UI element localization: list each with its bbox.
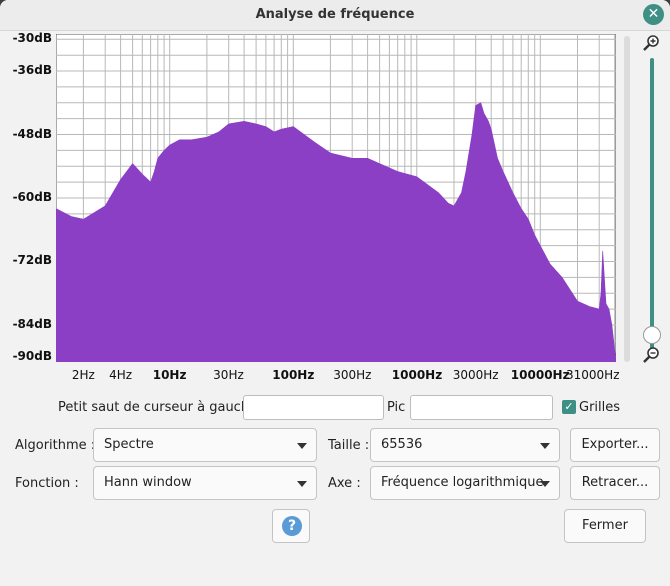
spectrum-plot[interactable] xyxy=(56,34,616,362)
y-tick-label: -72dB xyxy=(12,253,52,268)
zoom-in-icon[interactable] xyxy=(641,34,661,52)
chevron-down-icon xyxy=(297,481,307,487)
function-select[interactable]: Hann window xyxy=(93,466,317,500)
algorithm-value: Spectre xyxy=(104,437,154,452)
y-tick-label: -90dB xyxy=(12,348,52,363)
x-tick-label: 2Hz xyxy=(71,368,95,382)
x-tick-label: 300Hz xyxy=(333,368,372,382)
axis-label: Axe : xyxy=(328,476,361,491)
x-tick-label: 3000Hz xyxy=(452,368,499,382)
cursor-field[interactable] xyxy=(243,395,384,420)
size-label: Taille : xyxy=(328,438,370,453)
y-tick-label: -60dB xyxy=(12,190,52,204)
x-tick-label: 1000Hz xyxy=(391,368,443,382)
y-tick-label: -48dB xyxy=(12,126,52,141)
x-tick-label: 10Hz xyxy=(152,368,187,382)
titlebar: Analyse de fréquence ✕ xyxy=(0,0,670,31)
y-tick-label: -30dB xyxy=(12,31,52,46)
y-tick-label: -36dB xyxy=(12,63,52,78)
y-tick-label: -84dB xyxy=(12,316,52,331)
close-dialog-button[interactable]: Fermer xyxy=(564,509,646,543)
x-tick-label: 4Hz xyxy=(109,368,133,382)
export-button[interactable]: Exporter... xyxy=(570,428,660,462)
help-icon: ? xyxy=(282,516,302,536)
x-tick-label: 31000Hz xyxy=(566,368,620,382)
close-icon: ✕ xyxy=(647,6,660,22)
replot-button[interactable]: Retracer... xyxy=(570,466,660,500)
chevron-down-icon xyxy=(540,443,550,449)
grids-label: Grilles xyxy=(579,400,621,415)
zoom-slider-track[interactable] xyxy=(650,58,654,350)
frequency-analysis-window: Analyse de fréquence ✕ -30dB -36dB -48dB -6… xyxy=(0,0,670,586)
cursor-label: Petit saut de curseur à gauche : xyxy=(58,400,266,415)
x-tick-label: 10000Hz xyxy=(510,368,570,382)
chevron-down-icon xyxy=(297,443,307,449)
algorithm-select[interactable]: Spectre xyxy=(93,428,317,462)
close-window-button[interactable]: ✕ xyxy=(643,4,664,25)
size-select[interactable]: 65536 xyxy=(370,428,560,462)
function-value: Hann window xyxy=(104,475,192,490)
chevron-down-icon xyxy=(540,481,550,487)
zoom-out-icon[interactable] xyxy=(641,346,661,364)
axis-value: Fréquence logarithmique xyxy=(381,475,544,490)
peak-field[interactable] xyxy=(410,395,553,420)
grids-checkbox[interactable]: ✓ xyxy=(562,400,576,414)
help-button[interactable]: ? xyxy=(272,509,310,543)
vertical-scrollbar[interactable] xyxy=(624,36,630,362)
axis-select[interactable]: Fréquence logarithmique xyxy=(370,466,560,500)
function-label: Fonction : xyxy=(15,476,79,491)
window-title: Analyse de fréquence xyxy=(255,7,415,22)
size-value: 65536 xyxy=(381,437,423,452)
algorithm-label: Algorithme : xyxy=(15,438,96,453)
check-icon: ✓ xyxy=(564,400,574,413)
x-tick-label: 100Hz xyxy=(272,368,315,382)
x-tick-label: 30Hz xyxy=(213,368,244,382)
zoom-slider-thumb[interactable] xyxy=(643,326,661,344)
